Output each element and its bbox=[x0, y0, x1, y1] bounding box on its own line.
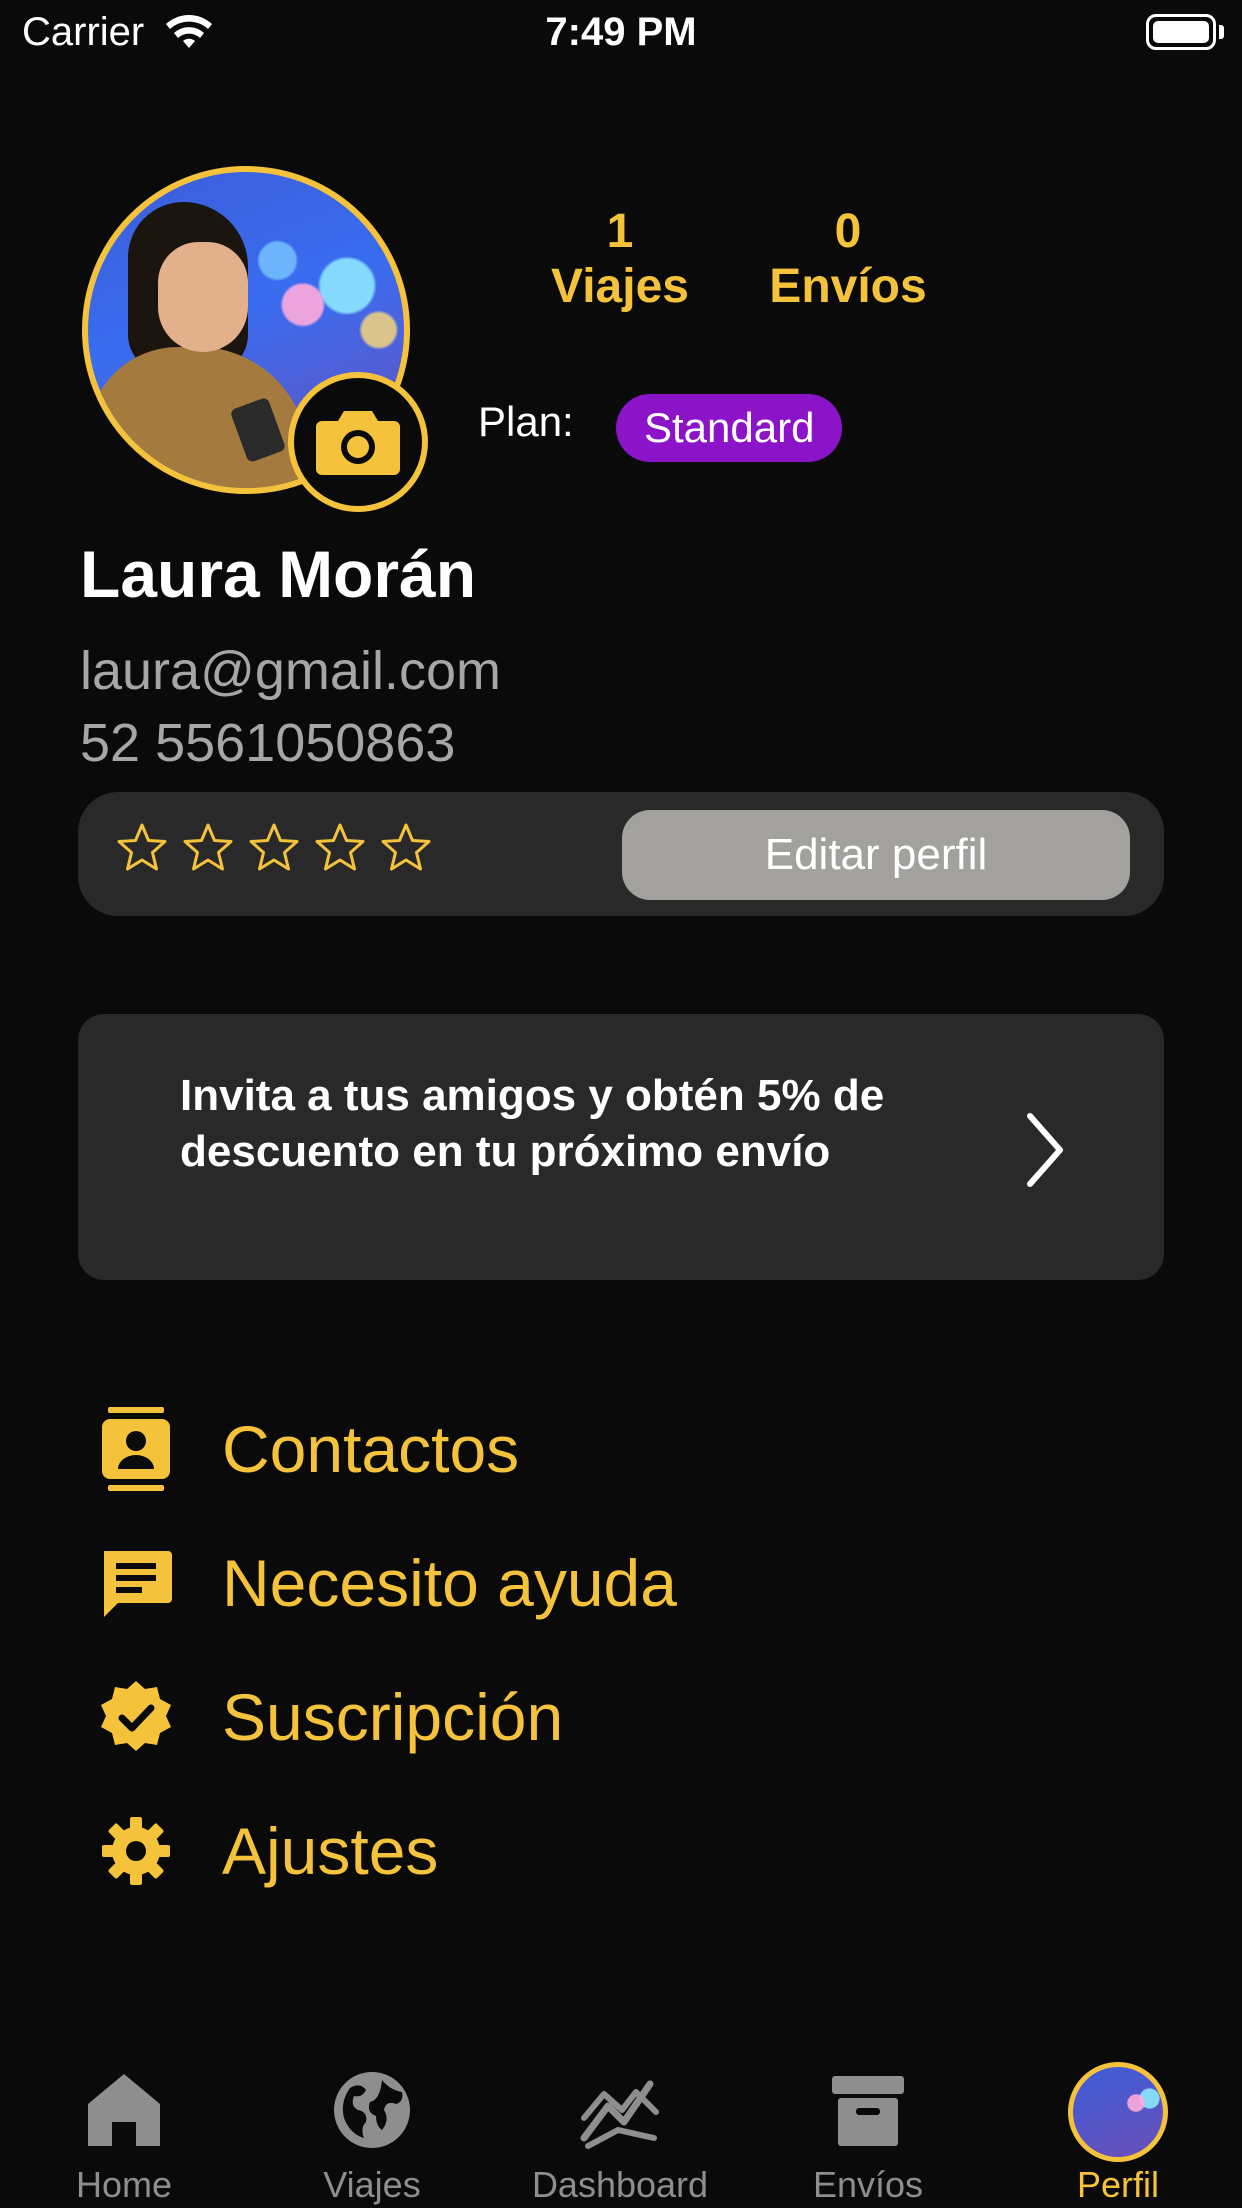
camera-icon bbox=[316, 411, 400, 475]
home-icon bbox=[88, 2074, 160, 2146]
menu-item-label: Contactos bbox=[222, 1412, 520, 1486]
invite-text: Invita a tus amigos y obtén 5% de descue… bbox=[180, 1071, 885, 1176]
star-icon[interactable] bbox=[116, 822, 168, 874]
stat-shipments: 0 Envíos bbox=[748, 204, 948, 314]
star-icon[interactable] bbox=[248, 822, 300, 874]
menu-item-settings[interactable]: Ajustes bbox=[92, 1796, 992, 1906]
profile-name: Laura Morán bbox=[80, 537, 477, 611]
tab-home[interactable]: Home bbox=[0, 2040, 248, 2208]
tab-label: Envíos bbox=[812, 2164, 924, 2205]
stat-trips: 1 Viajes bbox=[520, 204, 720, 314]
tab-trips[interactable]: Viajes bbox=[248, 2040, 496, 2208]
plan-badge: Standard bbox=[616, 394, 843, 462]
tab-label: Home bbox=[75, 2164, 173, 2205]
battery-icon bbox=[1146, 14, 1216, 50]
menu-item-label: Ajustes bbox=[222, 1814, 439, 1888]
verified-badge-icon bbox=[92, 1673, 180, 1761]
stat-trips-label: Viajes bbox=[551, 260, 689, 313]
star-icon[interactable] bbox=[182, 822, 234, 874]
tab-bar: Home Viajes Dashboard Envíos Perfil bbox=[0, 2040, 1242, 2208]
profile-phone: 52 5561050863 bbox=[80, 713, 456, 773]
status-bar: Carrier 7:49 PM bbox=[0, 0, 1242, 66]
menu-item-help[interactable]: Necesito ayuda bbox=[92, 1528, 992, 1638]
tab-label: Viajes bbox=[323, 2164, 421, 2205]
chart-line-icon bbox=[580, 2080, 659, 2149]
tab-shipments[interactable]: Envíos bbox=[744, 2040, 992, 2208]
contacts-icon bbox=[92, 1405, 180, 1493]
battery-cap bbox=[1219, 25, 1224, 39]
tab-label: Dashboard bbox=[531, 2164, 709, 2205]
clock: 7:49 PM bbox=[545, 10, 697, 54]
plan-label: Plan: bbox=[478, 398, 574, 445]
tab-label: Perfil bbox=[1076, 2164, 1160, 2205]
menu-item-label: Necesito ayuda bbox=[222, 1546, 677, 1620]
edit-profile-button[interactable]: Editar perfil bbox=[622, 810, 1130, 900]
stat-shipments-value: 0 bbox=[834, 205, 862, 258]
profile-email: laura@gmail.com bbox=[80, 641, 501, 701]
chevron-right-icon bbox=[1027, 1113, 1063, 1187]
globe-icon bbox=[334, 2072, 410, 2148]
menu-item-contacts[interactable]: Contactos bbox=[92, 1394, 992, 1504]
stat-trips-value: 1 bbox=[606, 205, 634, 258]
change-photo-button[interactable] bbox=[288, 372, 428, 512]
menu-item-subscription[interactable]: Suscripción bbox=[92, 1662, 992, 1772]
rating-stars bbox=[116, 822, 432, 874]
gear-icon bbox=[92, 1807, 180, 1895]
menu-item-label: Suscripción bbox=[222, 1680, 564, 1754]
star-icon[interactable] bbox=[380, 822, 432, 874]
star-icon[interactable] bbox=[314, 822, 366, 874]
tab-profile[interactable]: Perfil bbox=[994, 2040, 1242, 2208]
stat-shipments-label: Envíos bbox=[769, 260, 927, 313]
tab-dashboard[interactable]: Dashboard bbox=[496, 2040, 744, 2208]
avatar bbox=[1068, 2062, 1168, 2162]
archive-box-icon bbox=[832, 2076, 904, 2146]
chat-icon bbox=[92, 1539, 180, 1627]
